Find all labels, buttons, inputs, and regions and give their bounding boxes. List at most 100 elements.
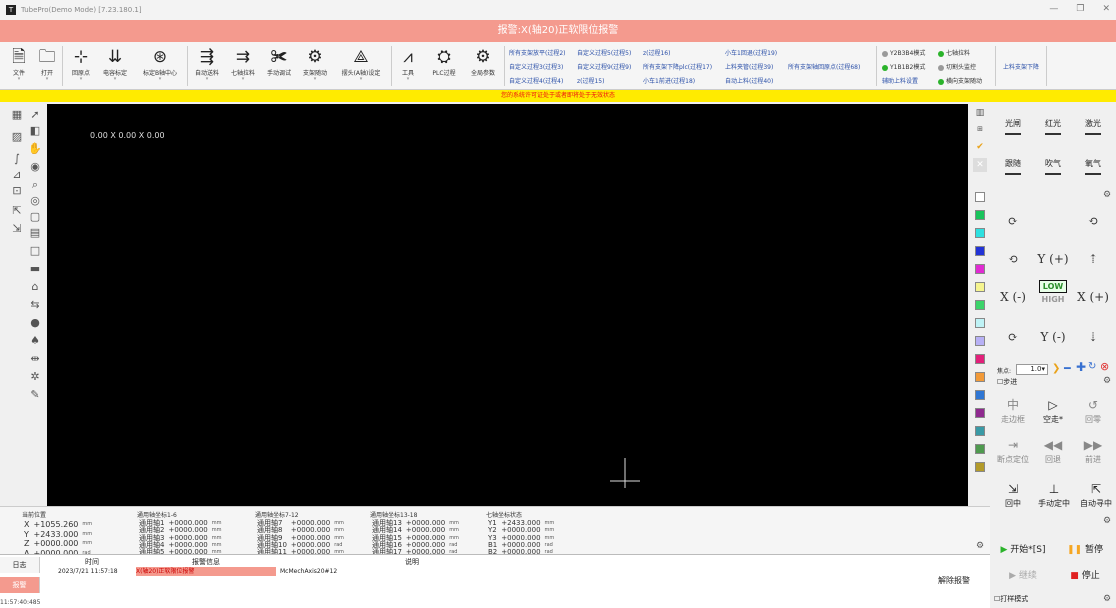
target-icon[interactable]: ✲ — [28, 370, 42, 384]
eye-icon[interactable]: ◉ — [28, 160, 42, 174]
speed-toggle[interactable]: LOW HIGH — [1035, 280, 1071, 310]
process-link[interactable]: 自定义过程5(过程5) — [577, 48, 631, 57]
rotate-cw-button[interactable]: ⟳ — [994, 204, 1032, 238]
bar-icon[interactable]: ▬ — [28, 262, 42, 276]
layer-icon[interactable]: ▨ — [10, 130, 24, 144]
close-icon[interactable]: ✕ — [1102, 4, 1110, 14]
rotate-ccw-button[interactable]: ⟲ — [1074, 204, 1112, 238]
tab-alarm[interactable]: 报警 — [0, 577, 40, 593]
measure-icon[interactable]: ⊿ — [10, 168, 24, 182]
bridge-icon[interactable]: ⇹ — [28, 352, 42, 366]
file-button[interactable]: 🗎 文件 ▾ — [6, 46, 32, 82]
sort-icon[interactable]: ⇱ — [10, 204, 24, 218]
maximize-icon[interactable]: ❐ — [1076, 4, 1084, 14]
manual-center-button[interactable]: ⊥ 手动定中 — [1032, 480, 1076, 514]
red-light-toggle[interactable]: 红光 — [1034, 118, 1072, 152]
array-icon[interactable]: ▤ — [28, 226, 42, 240]
y-plus-button[interactable]: Y (+) — [1034, 242, 1072, 276]
oxygen-toggle[interactable]: 氧气 — [1074, 158, 1112, 192]
home-axis-button[interactable]: ⊹ 回原点 ▾ — [66, 46, 96, 82]
y-minus-button[interactable]: Y (-) — [1034, 320, 1072, 354]
layer-stack-icon[interactable]: ▥ — [973, 106, 987, 120]
frame-icon[interactable]: ⊡ — [10, 184, 24, 198]
dry-run-button[interactable]: ▷ 空走* — [1034, 396, 1072, 430]
process-link[interactable]: 上料夹管(过程39) — [725, 62, 773, 71]
blow-toggle[interactable]: 吹气 — [1034, 158, 1072, 192]
cut-head-monitor[interactable]: 切割头监控 — [938, 62, 976, 71]
center-settings-icon[interactable]: ⚙ — [1100, 514, 1114, 528]
shutter-toggle[interactable]: 光闸 — [994, 118, 1032, 152]
refresh-icon[interactable]: ↻ — [1088, 361, 1096, 372]
hand-pan-icon[interactable]: ✋ — [28, 142, 42, 156]
layer-color-swatch[interactable] — [975, 462, 985, 472]
layer-color-swatch[interactable] — [975, 354, 985, 364]
layer-color-swatch[interactable] — [975, 192, 985, 202]
forward-button[interactable]: ▶▶ 前进 — [1074, 436, 1112, 470]
process-link[interactable]: 所有支架下降plc(过程17) — [643, 62, 712, 71]
layer-color-swatch[interactable] — [975, 444, 985, 454]
seven-axis-pull-button[interactable]: ⇉ 七轴拉料 ▾ — [226, 46, 260, 82]
plus-icon[interactable]: ✚ — [1076, 360, 1086, 374]
x-plus-button[interactable]: X (+) — [1074, 280, 1112, 314]
laser-toggle[interactable]: 激光 — [1074, 118, 1112, 152]
layer-color-swatch[interactable] — [975, 300, 985, 310]
trace-border-button[interactable]: 中走边框 — [994, 396, 1032, 430]
rect-icon[interactable]: □ — [28, 244, 42, 258]
lead-icon[interactable]: ♠ — [28, 334, 42, 348]
minus-icon[interactable]: ━ — [1064, 362, 1071, 375]
close-x-icon[interactable]: ✕ — [973, 158, 987, 172]
process-link[interactable]: 自定义过程9(过程9) — [577, 62, 631, 71]
return-zero-button[interactable]: ↺ 回零 — [1074, 396, 1112, 430]
lateral-bracket-follow[interactable]: 横向支架随动 — [938, 76, 982, 85]
table-row[interactable]: 2023/7/21 11:57:18 X(轴20)正软限位报警 McMechAx… — [44, 567, 914, 577]
minimize-icon[interactable]: — — [1049, 4, 1058, 14]
process-link[interactable]: z(过程16) — [643, 48, 670, 57]
back-button[interactable]: ◀◀ 回退 — [1034, 436, 1072, 470]
layer-color-swatch[interactable] — [975, 210, 985, 220]
process-link[interactable]: z(过程15) — [577, 76, 604, 85]
curve-draw-icon[interactable]: ∫ — [10, 152, 24, 166]
swing-head-button[interactable]: ⟁ 摆头(A轴)设定 ▾ — [334, 46, 388, 82]
focus-forward-icon[interactable]: ❯ — [1052, 363, 1060, 374]
square-icon[interactable]: ▢ — [28, 210, 42, 224]
z-up-button[interactable]: ⇡ — [1074, 242, 1112, 276]
lock-icon[interactable]: ⊞ — [973, 122, 987, 136]
center-button[interactable]: ⇲ 回中 — [994, 480, 1032, 514]
circle-icon[interactable]: ◎ — [28, 194, 42, 208]
pause-button[interactable]: ❚❚ 暂停 — [1056, 540, 1114, 560]
nest-icon[interactable]: ⇲ — [10, 222, 24, 236]
mode-seven-axis[interactable]: 七轴拉料 — [938, 48, 970, 57]
layer-color-swatch[interactable] — [975, 336, 985, 346]
layer-color-swatch[interactable] — [975, 372, 985, 382]
layer-color-swatch[interactable] — [975, 282, 985, 292]
mode-y2b3b4[interactable]: Y2B3B4模式 — [882, 48, 925, 57]
tab-log[interactable]: 日志 — [0, 557, 40, 573]
swap-icon[interactable]: ⇆ — [28, 298, 42, 312]
text-icon[interactable]: ⌂ — [28, 280, 42, 294]
print-mode-settings-icon[interactable]: ⚙ — [1100, 592, 1114, 606]
clear-alarm-button[interactable]: 解除报警 — [925, 566, 983, 596]
process-link[interactable]: 自定义过程4(过程4) — [509, 76, 563, 85]
auto-center-button[interactable]: ⇱ 自动寻中 — [1076, 480, 1116, 514]
plc-process-button[interactable]: ⛭ PLC过程 — [426, 46, 462, 77]
rotate-minus-button[interactable]: ⟳ — [994, 320, 1032, 354]
mode-y1b1b2[interactable]: Y1B1B2模式 — [882, 62, 925, 71]
x-minus-button[interactable]: X (-) — [994, 280, 1032, 314]
process-link[interactable]: 所有支架放平(过程2) — [509, 48, 566, 57]
process-link[interactable]: 小车1前进(过程18) — [643, 76, 695, 85]
panel-settings-icon[interactable]: ⚙ — [973, 539, 987, 553]
manual-debug-button[interactable]: ✀ 手动调试 — [262, 46, 296, 77]
feed-bracket-lower-link[interactable]: 上料支架下降 — [1003, 62, 1039, 71]
layer-color-swatch[interactable] — [975, 246, 985, 256]
layer-color-swatch[interactable] — [975, 228, 985, 238]
drawing-canvas[interactable] — [47, 104, 968, 506]
process-link[interactable]: 自定义过程3(过程3) — [509, 62, 563, 71]
alarm-bar[interactable]: 报警:X(轴20)正软限位报警 — [0, 20, 1116, 42]
grid-select-icon[interactable]: ▦ — [10, 108, 24, 122]
tool-button[interactable]: ⩘ 工具 ▾ — [394, 46, 422, 82]
rotate-plus-button[interactable]: ⟲ — [994, 242, 1032, 276]
layer-color-swatch[interactable] — [975, 318, 985, 328]
open-button[interactable]: 🗀 打开 ▾ — [34, 46, 60, 82]
step-checkbox[interactable]: ☐步进 — [997, 377, 1017, 387]
layer-color-swatch[interactable] — [975, 408, 985, 418]
